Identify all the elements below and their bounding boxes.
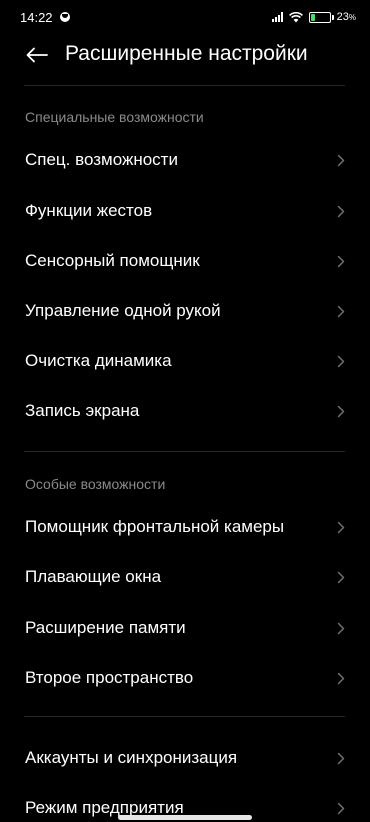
status-indicators: 23%: [271, 9, 356, 25]
battery-icon: [308, 11, 334, 23]
chevron-right-icon: [336, 570, 346, 584]
menu-item-label: Плавающие окна: [25, 567, 162, 586]
menu-item-gestures[interactable]: Функции жестов: [0, 186, 370, 236]
section-divider: [24, 451, 345, 452]
menu-item-label: Управление одной рукой: [25, 301, 221, 320]
menu-item-label: Сенсорный помощник: [25, 251, 200, 270]
header: Расширенные настройки: [0, 36, 370, 86]
chevron-right-icon: [336, 520, 346, 534]
chevron-right-icon: [336, 404, 346, 418]
chevron-right-icon: [336, 204, 346, 218]
gesture-navigation-bar[interactable]: [118, 815, 252, 820]
header-divider: [24, 85, 345, 86]
menu-item-memory-extension[interactable]: Расширение памяти: [0, 603, 370, 653]
menu-item-accounts-sync[interactable]: Аккаунты и синхронизация: [0, 733, 370, 783]
menu-item-screen-recording[interactable]: Запись экрана: [0, 386, 370, 436]
chevron-right-icon: [336, 801, 346, 815]
wifi-icon: [288, 11, 303, 22]
menu-item-label: Аккаунты и синхронизация: [25, 748, 238, 767]
menu-item-touch-assistant[interactable]: Сенсорный помощник: [0, 236, 370, 286]
back-button[interactable]: [22, 40, 52, 70]
menu-item-accessibility[interactable]: Спец. возможности: [0, 135, 370, 185]
menu-item-label: Функции жестов: [25, 201, 153, 220]
notification-icon: [60, 12, 70, 22]
chevron-right-icon: [336, 354, 346, 368]
chevron-right-icon: [336, 621, 346, 635]
menu-item-floating-windows[interactable]: Плавающие окна: [0, 552, 370, 602]
menu-item-front-camera-assistant[interactable]: Помощник фронтальной камеры: [0, 502, 370, 552]
status-time: 14:22: [20, 10, 53, 25]
battery-level: [310, 13, 315, 21]
menu-item-label: Спец. возможности: [25, 150, 178, 169]
chevron-right-icon: [336, 304, 346, 318]
chevron-right-icon: [336, 671, 346, 685]
section-title-accessibility: Специальные возможности: [25, 109, 204, 125]
section-divider: [24, 716, 345, 717]
menu-item-label: Помощник фронтальной камеры: [25, 517, 285, 536]
menu-item-speaker-cleaning[interactable]: Очистка динамика: [0, 336, 370, 386]
section-title-special-features: Особые возможности: [25, 476, 166, 492]
menu-item-label: Расширение памяти: [25, 618, 186, 637]
page-title: Расширенные настройки: [65, 42, 308, 65]
chevron-right-icon: [336, 153, 346, 167]
chevron-right-icon: [336, 751, 346, 765]
battery-percent: 23%: [336, 11, 356, 23]
cellular-signal-icon: [271, 12, 283, 22]
status-bar: 14:22 23%: [0, 0, 370, 36]
menu-item-one-handed-mode[interactable]: Управление одной рукой: [0, 286, 370, 336]
menu-item-label: Второе пространство: [25, 668, 194, 687]
menu-item-second-space[interactable]: Второе пространство: [0, 653, 370, 703]
chevron-right-icon: [336, 254, 346, 268]
arrow-left-icon: [26, 47, 48, 63]
menu-item-label: Запись экрана: [25, 401, 140, 420]
menu-item-label: Очистка динамика: [25, 351, 172, 370]
